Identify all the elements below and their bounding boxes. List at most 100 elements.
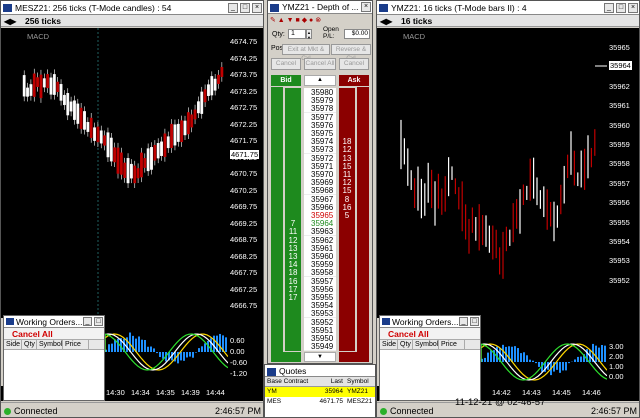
close-button[interactable]: × [361,2,371,12]
dom-price-cell[interactable]: 35949 [304,342,336,352]
price-tick: 4673.75 [230,70,258,79]
bid-header[interactable]: Bid [271,75,301,86]
dom-title-bar[interactable]: YMZ21 - Depth of ... × [268,1,372,14]
col-qty[interactable]: Qty [398,340,413,349]
close-button[interactable]: × [628,3,638,13]
exit-at-market-button[interactable]: Exit at Mkt & Cxl [282,44,330,62]
col-symbol[interactable]: Symbol [37,340,63,349]
macd-histogram-bar [532,360,534,362]
col-price[interactable]: Price [63,340,89,349]
col-symbol[interactable]: Symbol [413,340,439,349]
qty-input[interactable]: 1 [288,29,306,39]
app-icon [270,4,279,12]
dropdown-arrow-icon[interactable]: ◀▶ [380,16,392,28]
macd-histogram-bar [568,362,570,364]
macd-histogram-bar [523,352,525,362]
candle [200,86,204,119]
dom-bid-cell[interactable] [285,342,301,352]
working-orders-columns: Side Qty Symbol Price [380,340,480,350]
price-tick: 35952 [609,275,630,285]
right-title-bar[interactable]: YMZ21: 16 ticks (T-Mode bars II) : 4 _ □… [377,1,639,15]
macd-histogram-bar [159,352,161,358]
candle [32,68,36,102]
price-scroll-header[interactable]: ▲ [304,75,336,86]
macd-histogram-bar [508,346,510,362]
right-price-chart[interactable]: MACD [377,28,607,318]
cancel-bid-button[interactable]: Cancel [271,58,301,70]
right-working-orders: Working Orders... _ □ Cancel All Side Qt… [379,315,481,401]
minimize-button[interactable]: _ [228,3,238,13]
open-pl-value: $0.00 [344,29,370,39]
price-tick: 4672.75 [230,103,258,112]
candle [213,73,217,96]
minimize-button[interactable]: _ [83,317,92,326]
quote-row[interactable]: MES 4671.75 MESZ21 [265,397,375,407]
status-text: Connected [390,406,434,416]
right-title: YMZ21: 16 ticks (T-Mode bars II) : 4 [391,3,527,13]
col-side[interactable]: Side [380,340,398,349]
reverse-button[interactable]: Reverse & Cxl [331,44,371,62]
right-interval-bar[interactable]: ◀▶ 16 ticks [377,15,639,27]
right-bars [400,65,607,279]
cancel-all-button[interactable]: Cancel All [380,328,480,340]
price-tick: 35962 [609,81,630,91]
col-price[interactable]: Price [439,340,465,349]
maximize-button[interactable]: □ [470,317,479,326]
col-qty[interactable]: Qty [22,340,37,349]
maximize-button[interactable]: □ [616,3,626,13]
working-orders-title-bar[interactable]: Working Orders... _ □ [380,316,480,328]
maximize-button[interactable]: □ [94,317,103,326]
close-button[interactable]: × [252,3,262,13]
right-macd-chart [480,318,608,386]
macd-histogram-bar [108,344,110,352]
connected-icon [4,408,11,415]
cancel-all-dom-button[interactable]: Cancel All [304,58,336,70]
macd-histogram-bar [595,345,597,362]
current-price-badge: 35964 [609,61,632,71]
left-price-chart[interactable]: MACD [1,28,228,318]
minimize-button[interactable]: _ [459,317,468,326]
price-tick: 35960 [609,120,630,130]
col-symbol[interactable]: Symbol [345,377,375,386]
macd-histogram-bar [186,352,188,358]
bid-order-strip[interactable] [271,87,283,352]
candle [123,157,127,183]
quote-row[interactable]: YM 35964 YMZ21 [265,387,375,397]
left-interval-bar[interactable]: ◀▶ 256 ticks [1,15,263,27]
price-scroll-footer[interactable]: ▼ [304,352,336,362]
price-tick: 35954 [609,237,630,246]
qty-stepper[interactable]: ▲ ▼ [306,29,312,40]
candle [63,90,66,110]
working-orders-title-bar[interactable]: Working Orders... _ □ [4,316,104,328]
col-last[interactable]: Last [315,377,345,386]
ask-order-strip[interactable] [357,87,369,352]
minimize-button[interactable]: _ [604,3,614,13]
quotes-title-bar[interactable]: Quotes [265,365,375,377]
maximize-button[interactable]: □ [240,3,250,13]
macd-histogram-bar [577,356,579,362]
dom-ask-cell[interactable] [339,342,355,352]
macd-histogram-bar [156,352,158,354]
candle [156,138,160,164]
candle [183,115,187,141]
cancel-all-button[interactable]: Cancel All [4,328,104,340]
ask-header[interactable]: Ask [339,75,369,86]
col-base-contract[interactable]: Base Contract [265,377,315,386]
price-tick: 35957 [609,178,630,188]
quote-base: YM [267,388,277,395]
quote-base: MES [267,398,282,405]
col-side[interactable]: Side [4,340,22,349]
candle [109,132,113,167]
right-interval: 16 ticks [401,16,433,26]
current-price-badge: 4671.75 [230,149,260,159]
macd-histogram-bar [117,338,119,352]
time-tick: 14:45 [552,388,571,397]
quotes-title: Quotes [279,366,307,376]
cancel-ask-button[interactable]: Cancel [339,58,369,70]
quotes-window: Quotes Base Contract Last Symbol YM 3596… [264,364,376,418]
time-tick: 14:46 [582,388,601,397]
candle [143,153,147,173]
price-tick: 4668.75 [230,235,258,244]
dropdown-arrow-icon[interactable]: ◀▶ [4,16,16,28]
left-title-bar[interactable]: MESZ21: 256 ticks (T-Mode candles) : 54 … [1,1,263,15]
